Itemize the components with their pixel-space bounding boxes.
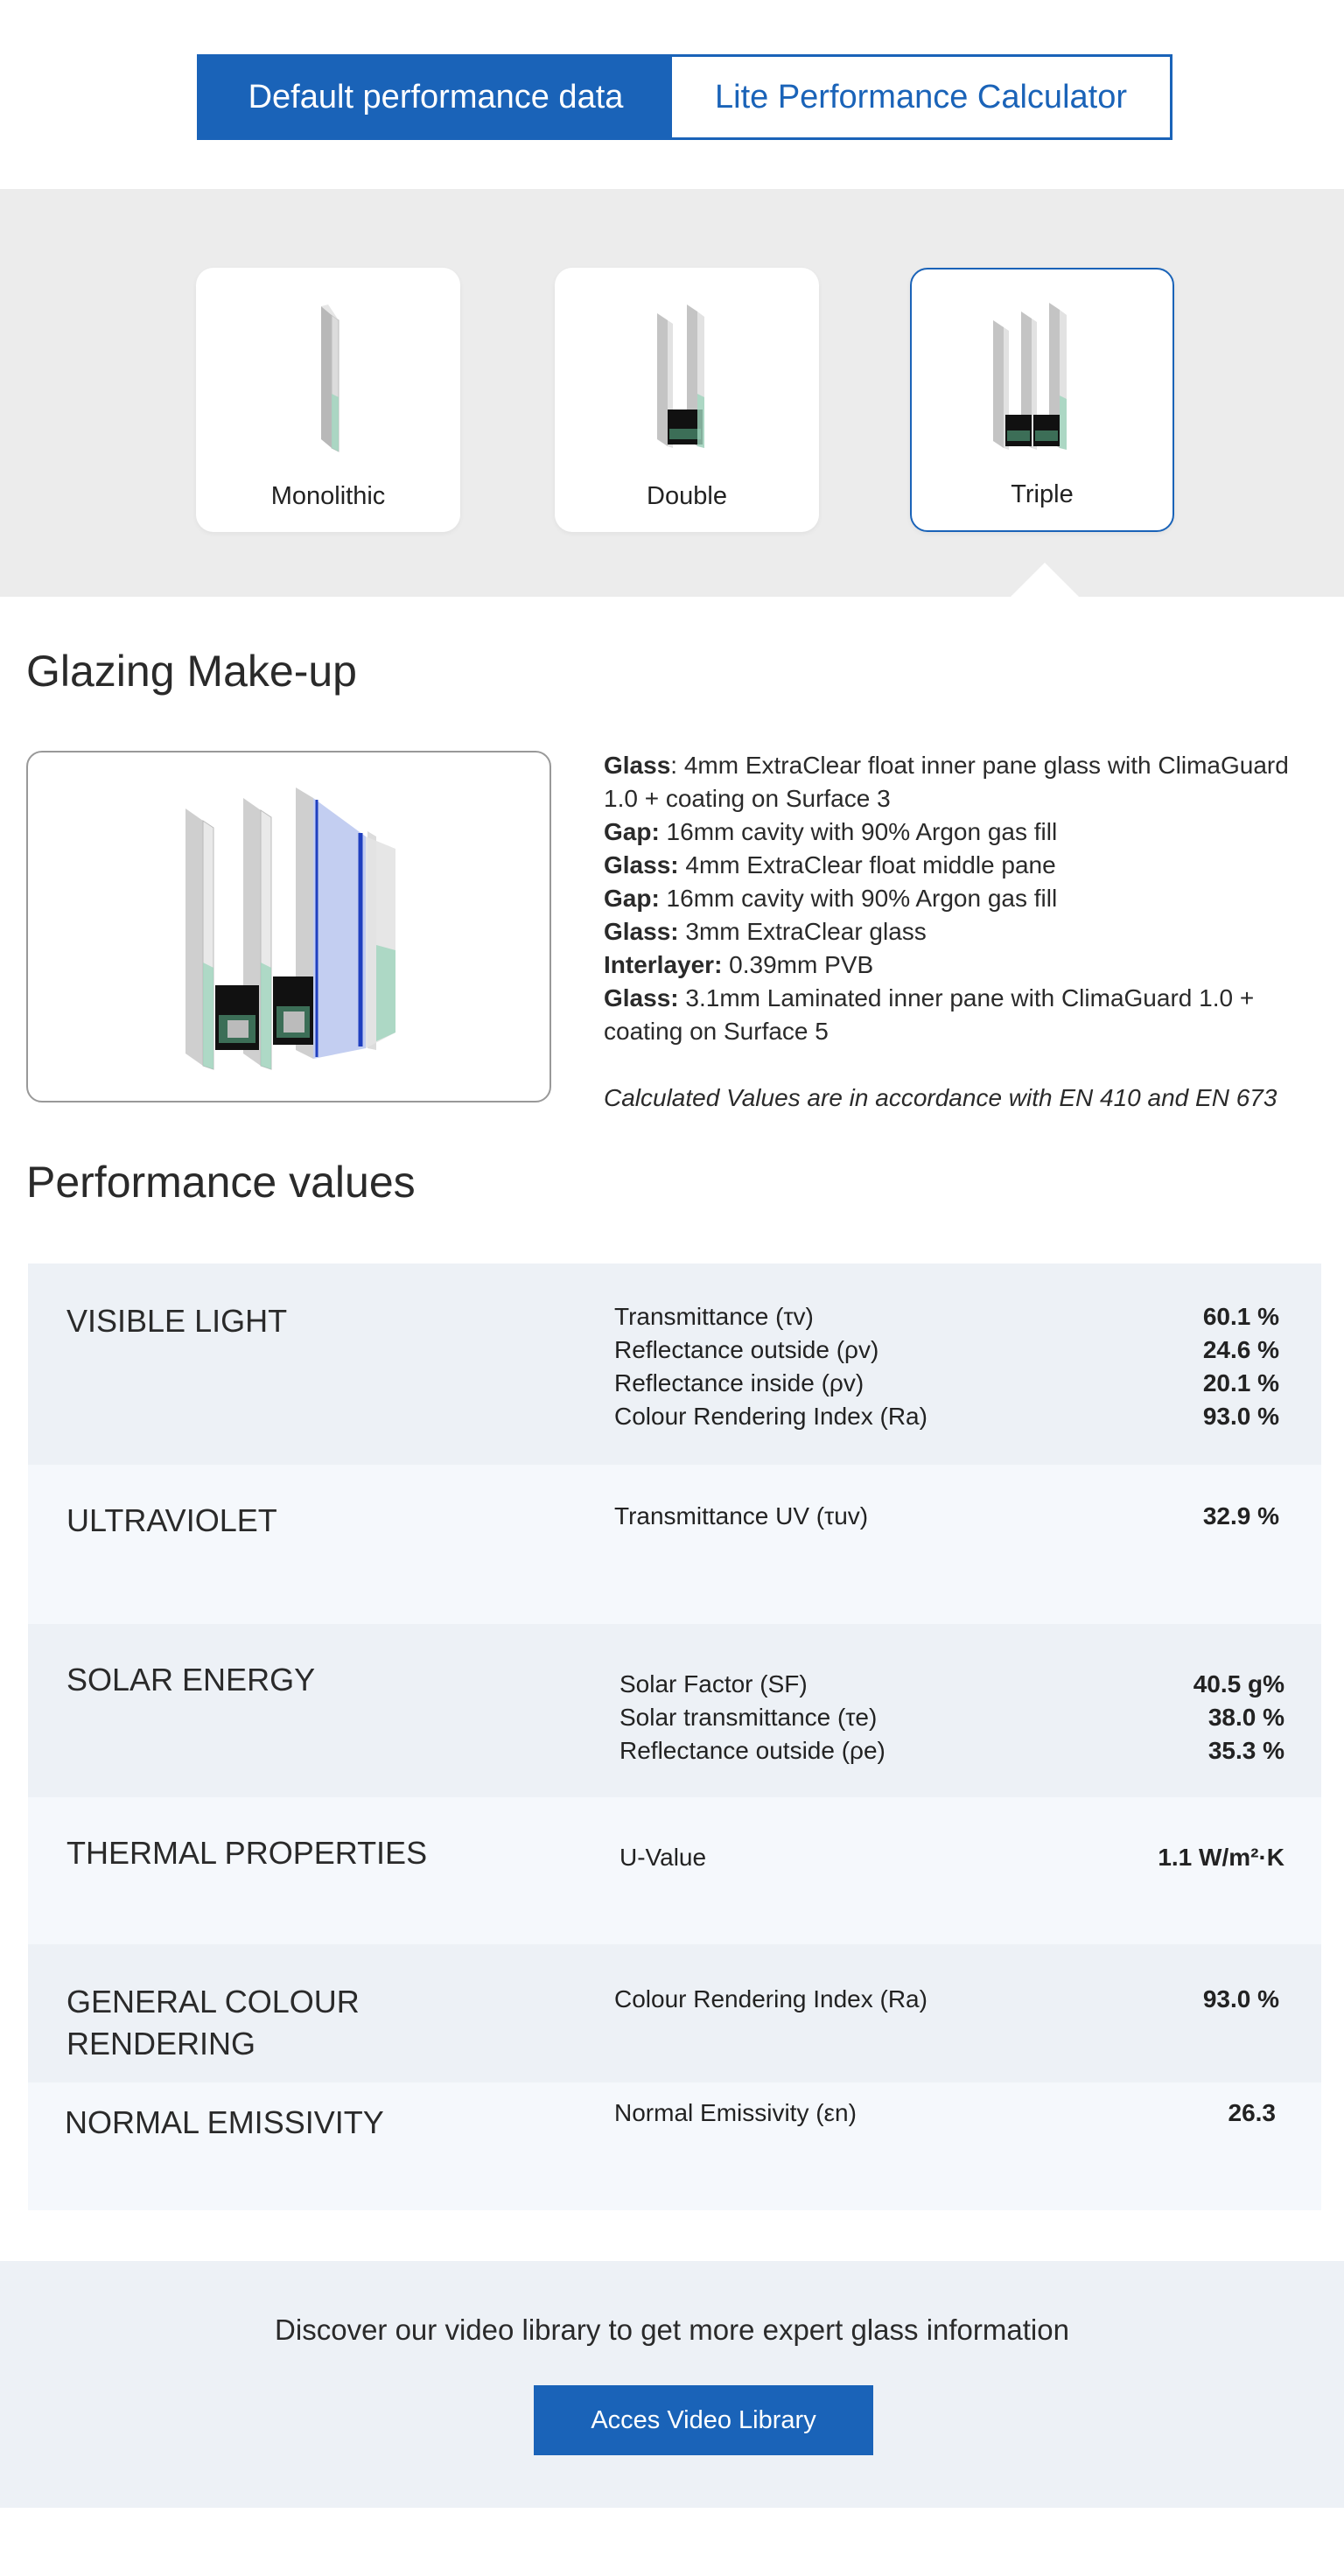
makeup-line: Gap: 16mm cavity with 90% Argon gas fill (604, 818, 1058, 845)
makeup-line: Glass: 4mm ExtraClear float inner pane g… (604, 752, 1289, 812)
perf-metric: Solar transmittance (τe) 38.0 % (620, 1704, 1284, 1731)
glazing-makeup-description: Glass: 4mm ExtraClear float inner pane g… (604, 749, 1304, 1115)
video-library-cta: Discover our video library to get more e… (0, 2261, 1344, 2508)
perf-category: NORMAL EMISSIVITY (65, 2104, 384, 2140)
cta-text: Discover our video library to get more e… (275, 2314, 1069, 2346)
glazing-card-label: Double (647, 482, 727, 510)
makeup-line: Gap: 16mm cavity with 90% Argon gas fill (604, 885, 1058, 912)
perf-metric: Solar Factor (SF) 40.5 g% (620, 1670, 1284, 1698)
perf-row-solar-energy: SOLAR ENERGY Solar Factor (SF) 40.5 g% So… (28, 1624, 1321, 1797)
perf-metrics: Transmittance UV (τuv) 32.9 % (614, 1500, 1279, 1533)
perf-metrics: Transmittance (τv) 60.1 % Reflectance out… (614, 1300, 1279, 1433)
triple-glazing-icon (993, 303, 1067, 450)
perf-metric: Colour Rendering Index (Ra) 93.0 % (614, 1985, 1279, 2012)
selected-card-pointer (1010, 563, 1080, 598)
perf-row-thermal-properties: THERMAL PROPERTIES U-Value 1.1 W/m²·K (28, 1797, 1321, 1944)
perf-category: THERMAL PROPERTIES (66, 1835, 428, 1871)
perf-metric: Reflectance outside (ρv) 24.6 % (614, 1336, 1279, 1363)
makeup-line: Glass: 4mm ExtraClear float middle pane (604, 851, 1056, 878)
tab-lite-performance-calculator[interactable]: Lite Performance Calculator (672, 57, 1170, 137)
perf-category: GENERAL COLOUR RENDERING (66, 1984, 360, 2062)
access-video-library-button[interactable]: Acces Video Library (534, 2385, 873, 2455)
glazing-card-monolithic[interactable]: Monolithic (196, 268, 460, 532)
glazing-card-label: Triple (1011, 480, 1074, 508)
perf-metric: Reflectance outside (ρe) 35.3 % (620, 1737, 1284, 1764)
perf-row-general-colour-rendering: GENERAL COLOUR RENDERING Colour Renderin… (28, 1944, 1321, 2082)
performance-tabs: Default performance data Lite Performanc… (197, 54, 1172, 140)
perf-category: VISIBLE LIGHT (66, 1303, 288, 1339)
perf-metrics: Normal Emissivity (εn) 26.3 (614, 2096, 1279, 2130)
perf-metric: Reflectance inside (ρv) 20.1 % (614, 1369, 1279, 1396)
perf-metrics: Colour Rendering Index (Ra) 93.0 % (614, 1983, 1279, 2016)
glazing-makeup-image (26, 751, 551, 1102)
perf-metric: U-Value 1.1 W/m²·K (620, 1844, 1284, 1871)
makeup-line: Glass: 3mm ExtraClear glass (604, 918, 927, 945)
double-glazing-icon (657, 304, 704, 448)
perf-row-normal-emissivity: NORMAL EMISSIVITY Normal Emissivity (εn)… (28, 2082, 1321, 2210)
perf-category: SOLAR ENERGY (66, 1662, 316, 1698)
glazing-card-triple[interactable]: Triple (910, 268, 1174, 532)
perf-metrics: U-Value 1.1 W/m²·K (620, 1841, 1284, 1874)
perf-row-ultraviolet: ULTRAVIOLET Transmittance UV (τuv) 32.9 % (28, 1465, 1321, 1624)
monolithic-glass-icon (321, 304, 340, 452)
perf-metric: Transmittance UV (τuv) 32.9 % (614, 1502, 1279, 1530)
tab-default-performance-data[interactable]: Default performance data (200, 57, 672, 137)
calculation-note: Calculated Values are in accordance with… (604, 1084, 1278, 1111)
perf-metric: Normal Emissivity (εn) 26.3 (614, 2099, 1276, 2126)
performance-values-title: Performance values (26, 1158, 416, 1207)
perf-metrics: Solar Factor (SF) 40.5 g% Solar transmitt… (620, 1668, 1284, 1768)
perf-metric: Colour Rendering Index (Ra) 93.0 % (614, 1403, 1279, 1430)
makeup-line: Interlayer: 0.39mm PVB (604, 951, 874, 978)
perf-category: ULTRAVIOLET (66, 1502, 277, 1538)
glazing-card-label: Monolithic (270, 482, 386, 510)
triple-glazing-makeup-icon (186, 788, 396, 1070)
glazing-card-double[interactable]: Double (555, 268, 819, 532)
performance-table: VISIBLE LIGHT Transmittance (τv) 60.1 % R… (28, 1264, 1321, 2210)
makeup-line: Glass: 3.1mm Laminated inner pane with C… (604, 984, 1255, 1045)
glazing-makeup-title: Glazing Make-up (26, 647, 357, 696)
glazing-type-selector: Monolithic Double Triple (0, 189, 1344, 597)
perf-metric: Transmittance (τv) 60.1 % (614, 1303, 1279, 1330)
perf-row-visible-light: VISIBLE LIGHT Transmittance (τv) 60.1 % R… (28, 1264, 1321, 1465)
